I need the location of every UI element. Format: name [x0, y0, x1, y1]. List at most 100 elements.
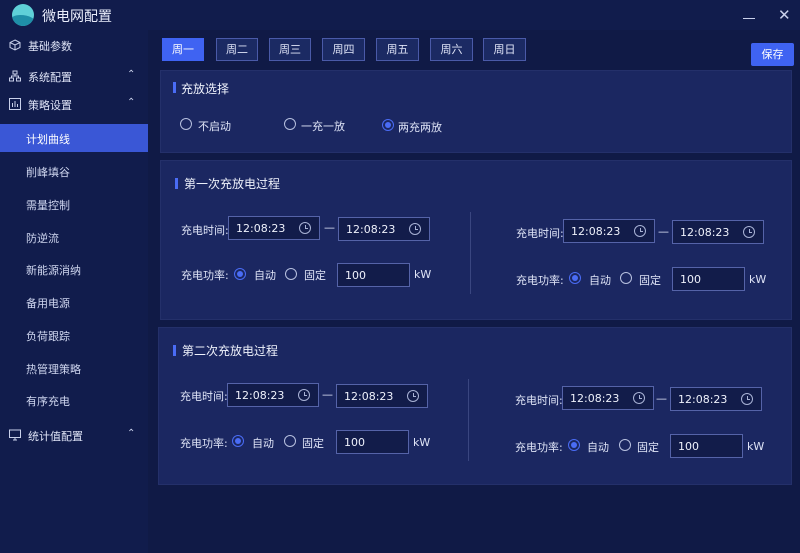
sidebar-subitem-label: 防逆流 [26, 232, 59, 245]
sidebar-subitem-label: 负荷跟踪 [26, 330, 70, 343]
sidebar-subitem-label: 备用电源 [26, 297, 70, 310]
sidebar-item-orderly-charging[interactable]: 有序充电 [0, 386, 148, 414]
power-unit: kW [413, 436, 431, 449]
radio-two-charge-two-discharge[interactable] [382, 119, 394, 131]
charge-power-label: 充电功率: [181, 269, 229, 282]
power-unit: kW [747, 440, 765, 453]
charge-power-label: 充电功率: [180, 437, 228, 450]
clock-icon [298, 389, 310, 401]
charge-select-panel [160, 70, 792, 153]
clock-icon [409, 223, 421, 235]
section-marker [175, 178, 178, 189]
start-time-value: 12:08:23 [235, 389, 285, 402]
charge-time-label: 充电时间: [515, 394, 563, 407]
sidebar-item-label: 基础参数 [28, 40, 72, 53]
start-time-input[interactable]: 12:08:23 [227, 383, 319, 407]
chevron-up-icon[interactable]: ⌃ [127, 428, 135, 439]
radio-power-auto[interactable] [234, 268, 246, 280]
chevron-up-icon[interactable]: ⌃ [127, 69, 135, 80]
clock-icon [741, 393, 753, 405]
radio-power-fixed[interactable] [620, 272, 632, 284]
tab-monday[interactable]: 周一 [162, 38, 204, 61]
end-time-input[interactable]: 12:08:23 [336, 384, 428, 408]
radio-one-charge-one-discharge[interactable] [284, 118, 296, 130]
sidebar-item-strategy-settings[interactable]: 策略设置 ⌃ [0, 89, 148, 119]
radio-power-auto[interactable] [568, 439, 580, 451]
section-marker [173, 82, 176, 93]
radio-fixed-label: 固定 [304, 269, 326, 282]
clock-icon [299, 222, 311, 234]
sidebar-item-label: 统计值配置 [28, 430, 83, 443]
column-divider [468, 379, 469, 461]
sidebar-item-basic-params[interactable]: 基础参数 [0, 30, 148, 60]
radio-power-fixed[interactable] [284, 435, 296, 447]
sidebar-item-statistics-config[interactable]: 统计值配置 ⌃ [0, 420, 148, 450]
end-time-value: 12:08:23 [678, 393, 728, 406]
clock-icon [633, 392, 645, 404]
strategy-icon [9, 98, 21, 110]
radio-no-start[interactable] [180, 118, 192, 130]
end-time-value: 12:08:23 [680, 226, 730, 239]
chevron-up-icon[interactable]: ⌃ [127, 97, 135, 108]
tab-friday[interactable]: 周五 [376, 38, 419, 61]
second-process-title: 第二次充放电过程 [182, 344, 279, 358]
tab-thursday[interactable]: 周四 [322, 38, 365, 61]
time-separator: — [324, 221, 335, 234]
first-process-title: 第一次充放电过程 [184, 177, 281, 191]
radio-fixed-label: 固定 [637, 441, 659, 454]
tab-sunday[interactable]: 周日 [483, 38, 526, 61]
radio-fixed-label: 固定 [302, 437, 324, 450]
sidebar-subitem-label: 削峰填谷 [26, 166, 70, 179]
tab-wednesday[interactable]: 周三 [269, 38, 311, 61]
radio-power-fixed[interactable] [285, 268, 297, 280]
start-time-input[interactable]: 12:08:23 [563, 219, 655, 243]
sidebar-item-plan-curve[interactable]: 计划曲线 [0, 124, 148, 152]
power-value: 100 [344, 436, 365, 449]
radio-power-auto[interactable] [569, 272, 581, 284]
sidebar-item-label: 策略设置 [28, 99, 72, 112]
power-input[interactable]: 100 [670, 434, 743, 458]
radio-two-charge-label: 两充两放 [398, 121, 442, 134]
power-input[interactable]: 100 [337, 263, 410, 287]
minimize-icon[interactable] [742, 10, 756, 22]
close-icon[interactable]: ✕ [778, 6, 791, 24]
network-icon [9, 70, 21, 82]
power-value: 100 [680, 273, 701, 286]
sidebar-subitem-label: 新能源消纳 [26, 264, 81, 277]
radio-power-fixed[interactable] [619, 439, 631, 451]
end-time-input[interactable]: 12:08:23 [338, 217, 430, 241]
clock-icon [407, 390, 419, 402]
tab-tuesday[interactable]: 周二 [216, 38, 258, 61]
sidebar-item-peak-shaving[interactable]: 削峰填谷 [0, 157, 148, 185]
end-time-value: 12:08:23 [346, 223, 396, 236]
end-time-input[interactable]: 12:08:23 [670, 387, 762, 411]
start-time-input[interactable]: 12:08:23 [562, 386, 654, 410]
charge-time-label: 充电时间: [180, 390, 228, 403]
power-input[interactable]: 100 [672, 267, 745, 291]
clock-icon [634, 225, 646, 237]
sidebar-item-thermal-management[interactable]: 热管理策略 [0, 354, 148, 382]
sidebar-subitem-label: 需量控制 [26, 199, 70, 212]
sidebar: 基础参数 系统配置 ⌃ 策略设置 ⌃ 计划曲线 削峰填谷 需量控制 防逆流 新能… [0, 30, 148, 553]
radio-auto-label: 自动 [252, 437, 274, 450]
radio-no-start-label: 不启动 [198, 120, 231, 133]
sidebar-item-anti-backflow[interactable]: 防逆流 [0, 223, 148, 251]
save-button[interactable]: 保存 [751, 43, 794, 66]
sidebar-subitem-label: 有序充电 [26, 395, 70, 408]
sidebar-item-backup-power[interactable]: 备用电源 [0, 288, 148, 316]
sidebar-item-system-config[interactable]: 系统配置 ⌃ [0, 61, 148, 91]
start-time-input[interactable]: 12:08:23 [228, 216, 320, 240]
sidebar-item-demand-control[interactable]: 需量控制 [0, 190, 148, 218]
radio-one-charge-label: 一充一放 [301, 120, 345, 133]
end-time-input[interactable]: 12:08:23 [672, 220, 764, 244]
power-unit: kW [749, 273, 767, 286]
radio-power-auto[interactable] [232, 435, 244, 447]
power-input[interactable]: 100 [336, 430, 409, 454]
power-value: 100 [678, 440, 699, 453]
charge-power-label: 充电功率: [515, 441, 563, 454]
tab-saturday[interactable]: 周六 [430, 38, 473, 61]
sidebar-subitem-label: 计划曲线 [26, 133, 70, 146]
time-separator: — [658, 225, 669, 238]
sidebar-item-renewable-absorption[interactable]: 新能源消纳 [0, 255, 148, 283]
sidebar-item-load-tracking[interactable]: 负荷跟踪 [0, 321, 148, 349]
